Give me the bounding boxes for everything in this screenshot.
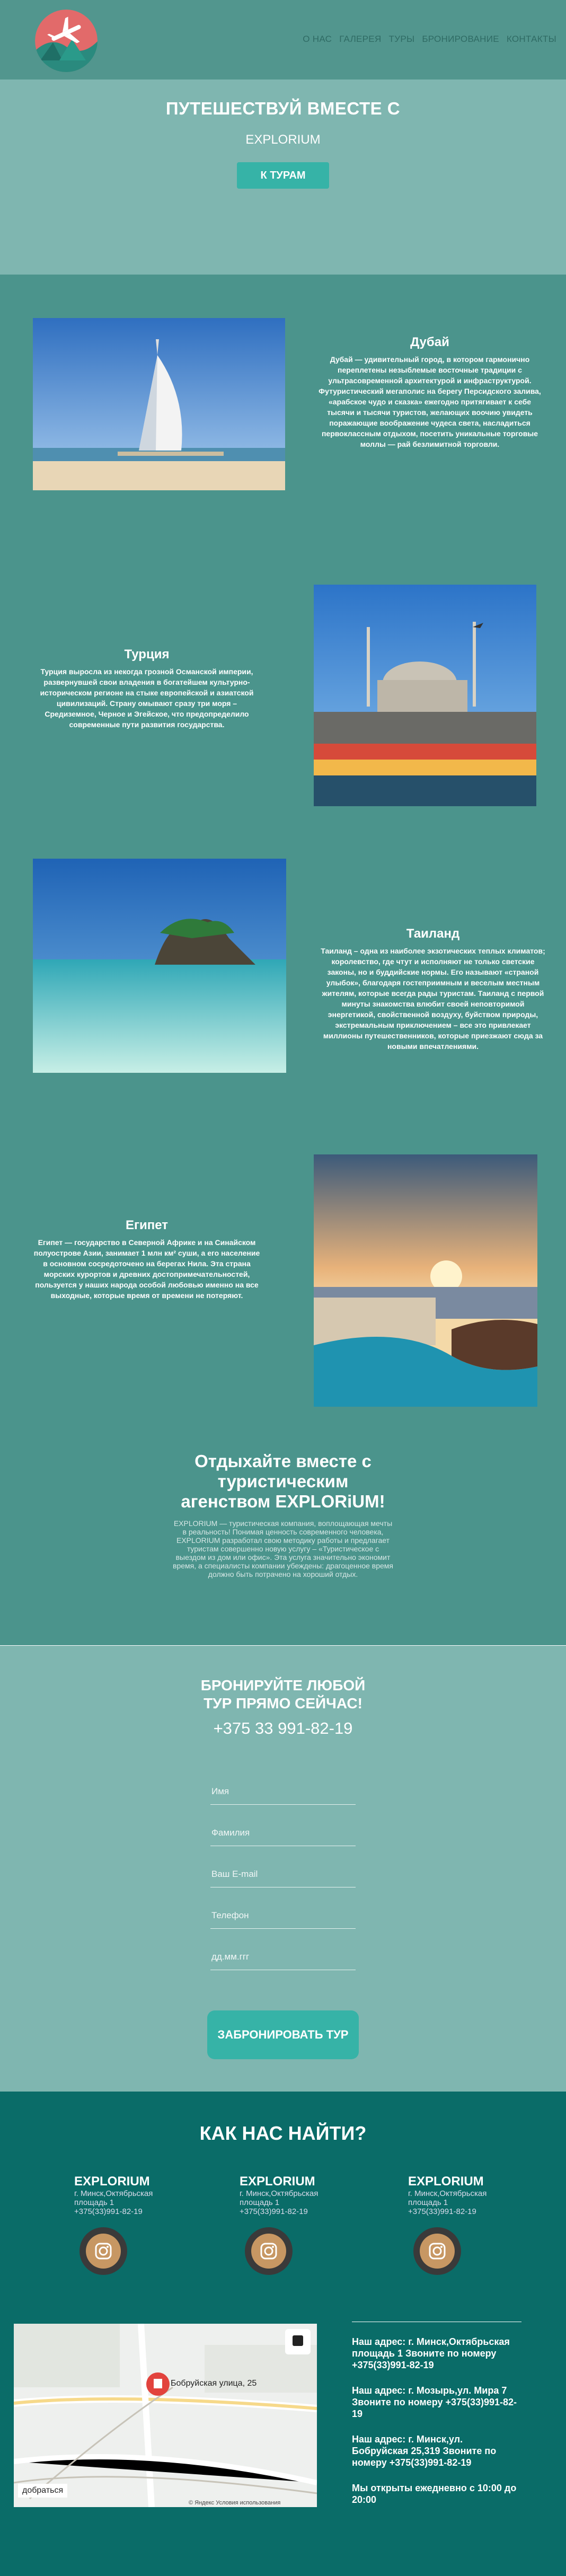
address-block: Наш адрес: г. Минск,Октябрьская площадь …: [352, 2336, 510, 2370]
about-text: EXPLORIUM — туристическая компания, вопл…: [173, 1519, 393, 1578]
instagram-icon[interactable]: [79, 2227, 127, 2275]
office-name: EXPLORIUM: [74, 2174, 150, 2189]
nav-about[interactable]: О НАС: [303, 34, 332, 45]
office-name: EXPLORIUM: [240, 2174, 315, 2189]
thailand-title: Таиланд: [406, 927, 460, 941]
dubai-title: Дубай: [410, 335, 449, 349]
date-field[interactable]: дд.мм.ггг: [210, 1929, 356, 1970]
nav-booking[interactable]: БРОНИРОВАНИЕ: [422, 34, 499, 45]
to-tours-button[interactable]: К ТУРАМ: [237, 162, 329, 189]
office-address: г. Минск,Октябрьская площадь 1: [408, 2189, 487, 2207]
booking-title: БРОНИРУЙТЕ ЛЮБОЙ ТУР ПРЯМО СЕЙЧАС!: [200, 1677, 366, 1712]
istanbul-photo: [314, 585, 536, 806]
office-name: EXPLORIUM: [408, 2174, 484, 2189]
egypt-card: Египет Египет — государство в Северной А…: [33, 1218, 261, 1301]
office-phone: +375(33)991-82-19: [240, 2207, 308, 2216]
booking-phone: +375 33 991-82-19: [213, 1719, 353, 1737]
thailand-text: Таиланд – одна из наиболее экзотических …: [321, 947, 545, 1051]
route-link[interactable]: добраться: [18, 2484, 68, 2498]
dubai-card: Дубай Дубай — удивительный город, в кото…: [316, 335, 544, 449]
turkey-card: Турция Турция выросла из некогда грозной…: [33, 647, 261, 730]
office-address: г. Минск,Октябрьская площадь 1: [74, 2189, 153, 2207]
dubai-text: Дубай — удивительный город, в котором га…: [319, 355, 541, 448]
office-address: г. Минск,Октябрьская площадь 1: [240, 2189, 319, 2207]
hero-subtitle: EXPLORIUM: [245, 133, 321, 147]
site-header: О НАС ГАЛЕРЕЯ ТУРЫ БРОНИРОВАНИЕ КОНТАКТЫ: [0, 0, 566, 80]
logo[interactable]: [35, 10, 98, 72]
addresses-list: Наш адрес: г. Минск,Октябрьская площадь …: [352, 2322, 521, 2519]
address-block: Наш адрес: г. Мозырь,ул. Мира 7 Звоните …: [352, 2385, 517, 2419]
booking-form: Имя Фамилия Ваш E-mail Телефон дд.мм.ггг: [210, 1763, 356, 1970]
egypt-photo: [314, 1154, 537, 1407]
last-name-field[interactable]: Фамилия: [210, 1805, 356, 1846]
turkey-text: Турция выросла из некогда грозной Османс…: [40, 667, 254, 729]
nav-tours[interactable]: ТУРЫ: [389, 34, 415, 45]
thailand-photo: [33, 859, 286, 1073]
instagram-icon[interactable]: [245, 2227, 293, 2275]
about-title: Отдыхайте вместе с туристическим агенств…: [181, 1451, 385, 1511]
instagram-icon[interactable]: [413, 2227, 461, 2275]
dubai-photo: [33, 318, 285, 490]
map-pin-label: Бобруйская улица, 25: [171, 2379, 257, 2388]
phone-field[interactable]: Телефон: [210, 1887, 356, 1929]
turkey-title: Турция: [124, 647, 170, 661]
booking-section: БРОНИРУЙТЕ ЛЮБОЙ ТУР ПРЯМО СЕЙЧАС! +375 …: [0, 1646, 566, 2092]
hero-section: ПУТЕШЕСТВУЙ ВМЕСТЕ С EXPLORIUM К ТУРАМ: [0, 80, 566, 275]
contacts-section: КАК НАС НАЙТИ? EXPLORIUM г. Минск,Октябр…: [0, 2092, 566, 2576]
thailand-card: Таиланд Таиланд – одна из наиболее экзот…: [319, 927, 547, 1052]
office-card-2: EXPLORIUM г. Минск,Октябрьская площадь 1…: [240, 2174, 346, 2275]
opening-hours: Мы открыты ежедневно с 10:00 до 20:00: [352, 2483, 517, 2505]
main-nav: О НАС ГАЛЕРЕЯ ТУРЫ БРОНИРОВАНИЕ КОНТАКТЫ: [303, 34, 556, 45]
office-card-1: EXPLORIUM г. Минск,Октябрьская площадь 1…: [74, 2174, 180, 2275]
egypt-text: Египет — государство в Северной Африке и…: [33, 1238, 260, 1300]
about-section: Отдыхайте вместе с туристическим агенств…: [0, 1444, 566, 1645]
location-map[interactable]: Бобруйская улица, 25 добраться © Яндекс …: [14, 2324, 317, 2507]
office-phone: +375(33)991-82-19: [74, 2207, 143, 2216]
address-block: Наш адрес: г. Минск,ул. Бобруйская 25,31…: [352, 2434, 497, 2468]
email-field[interactable]: Ваш E-mail: [210, 1846, 356, 1887]
hero-title: ПУТЕШЕСТВУЙ ВМЕСТЕ С: [165, 99, 401, 118]
book-tour-button[interactable]: ЗАБРОНИРОВАТЬ ТУР: [207, 2010, 359, 2059]
nav-contacts[interactable]: КОНТАКТЫ: [507, 34, 556, 45]
egypt-title: Египет: [125, 1218, 169, 1232]
destinations-section: Дубай Дубай — удивительный город, в кото…: [0, 275, 566, 1444]
office-phone: +375(33)991-82-19: [408, 2207, 476, 2216]
first-name-field[interactable]: Имя: [210, 1763, 356, 1805]
map-footer: © Яндекс Условия использования: [189, 2500, 281, 2506]
office-card-3: EXPLORIUM г. Минск,Октябрьская площадь 1…: [408, 2174, 514, 2275]
contacts-title: КАК НАС НАЙТИ?: [199, 2122, 367, 2144]
nav-gallery[interactable]: ГАЛЕРЕЯ: [339, 34, 381, 45]
